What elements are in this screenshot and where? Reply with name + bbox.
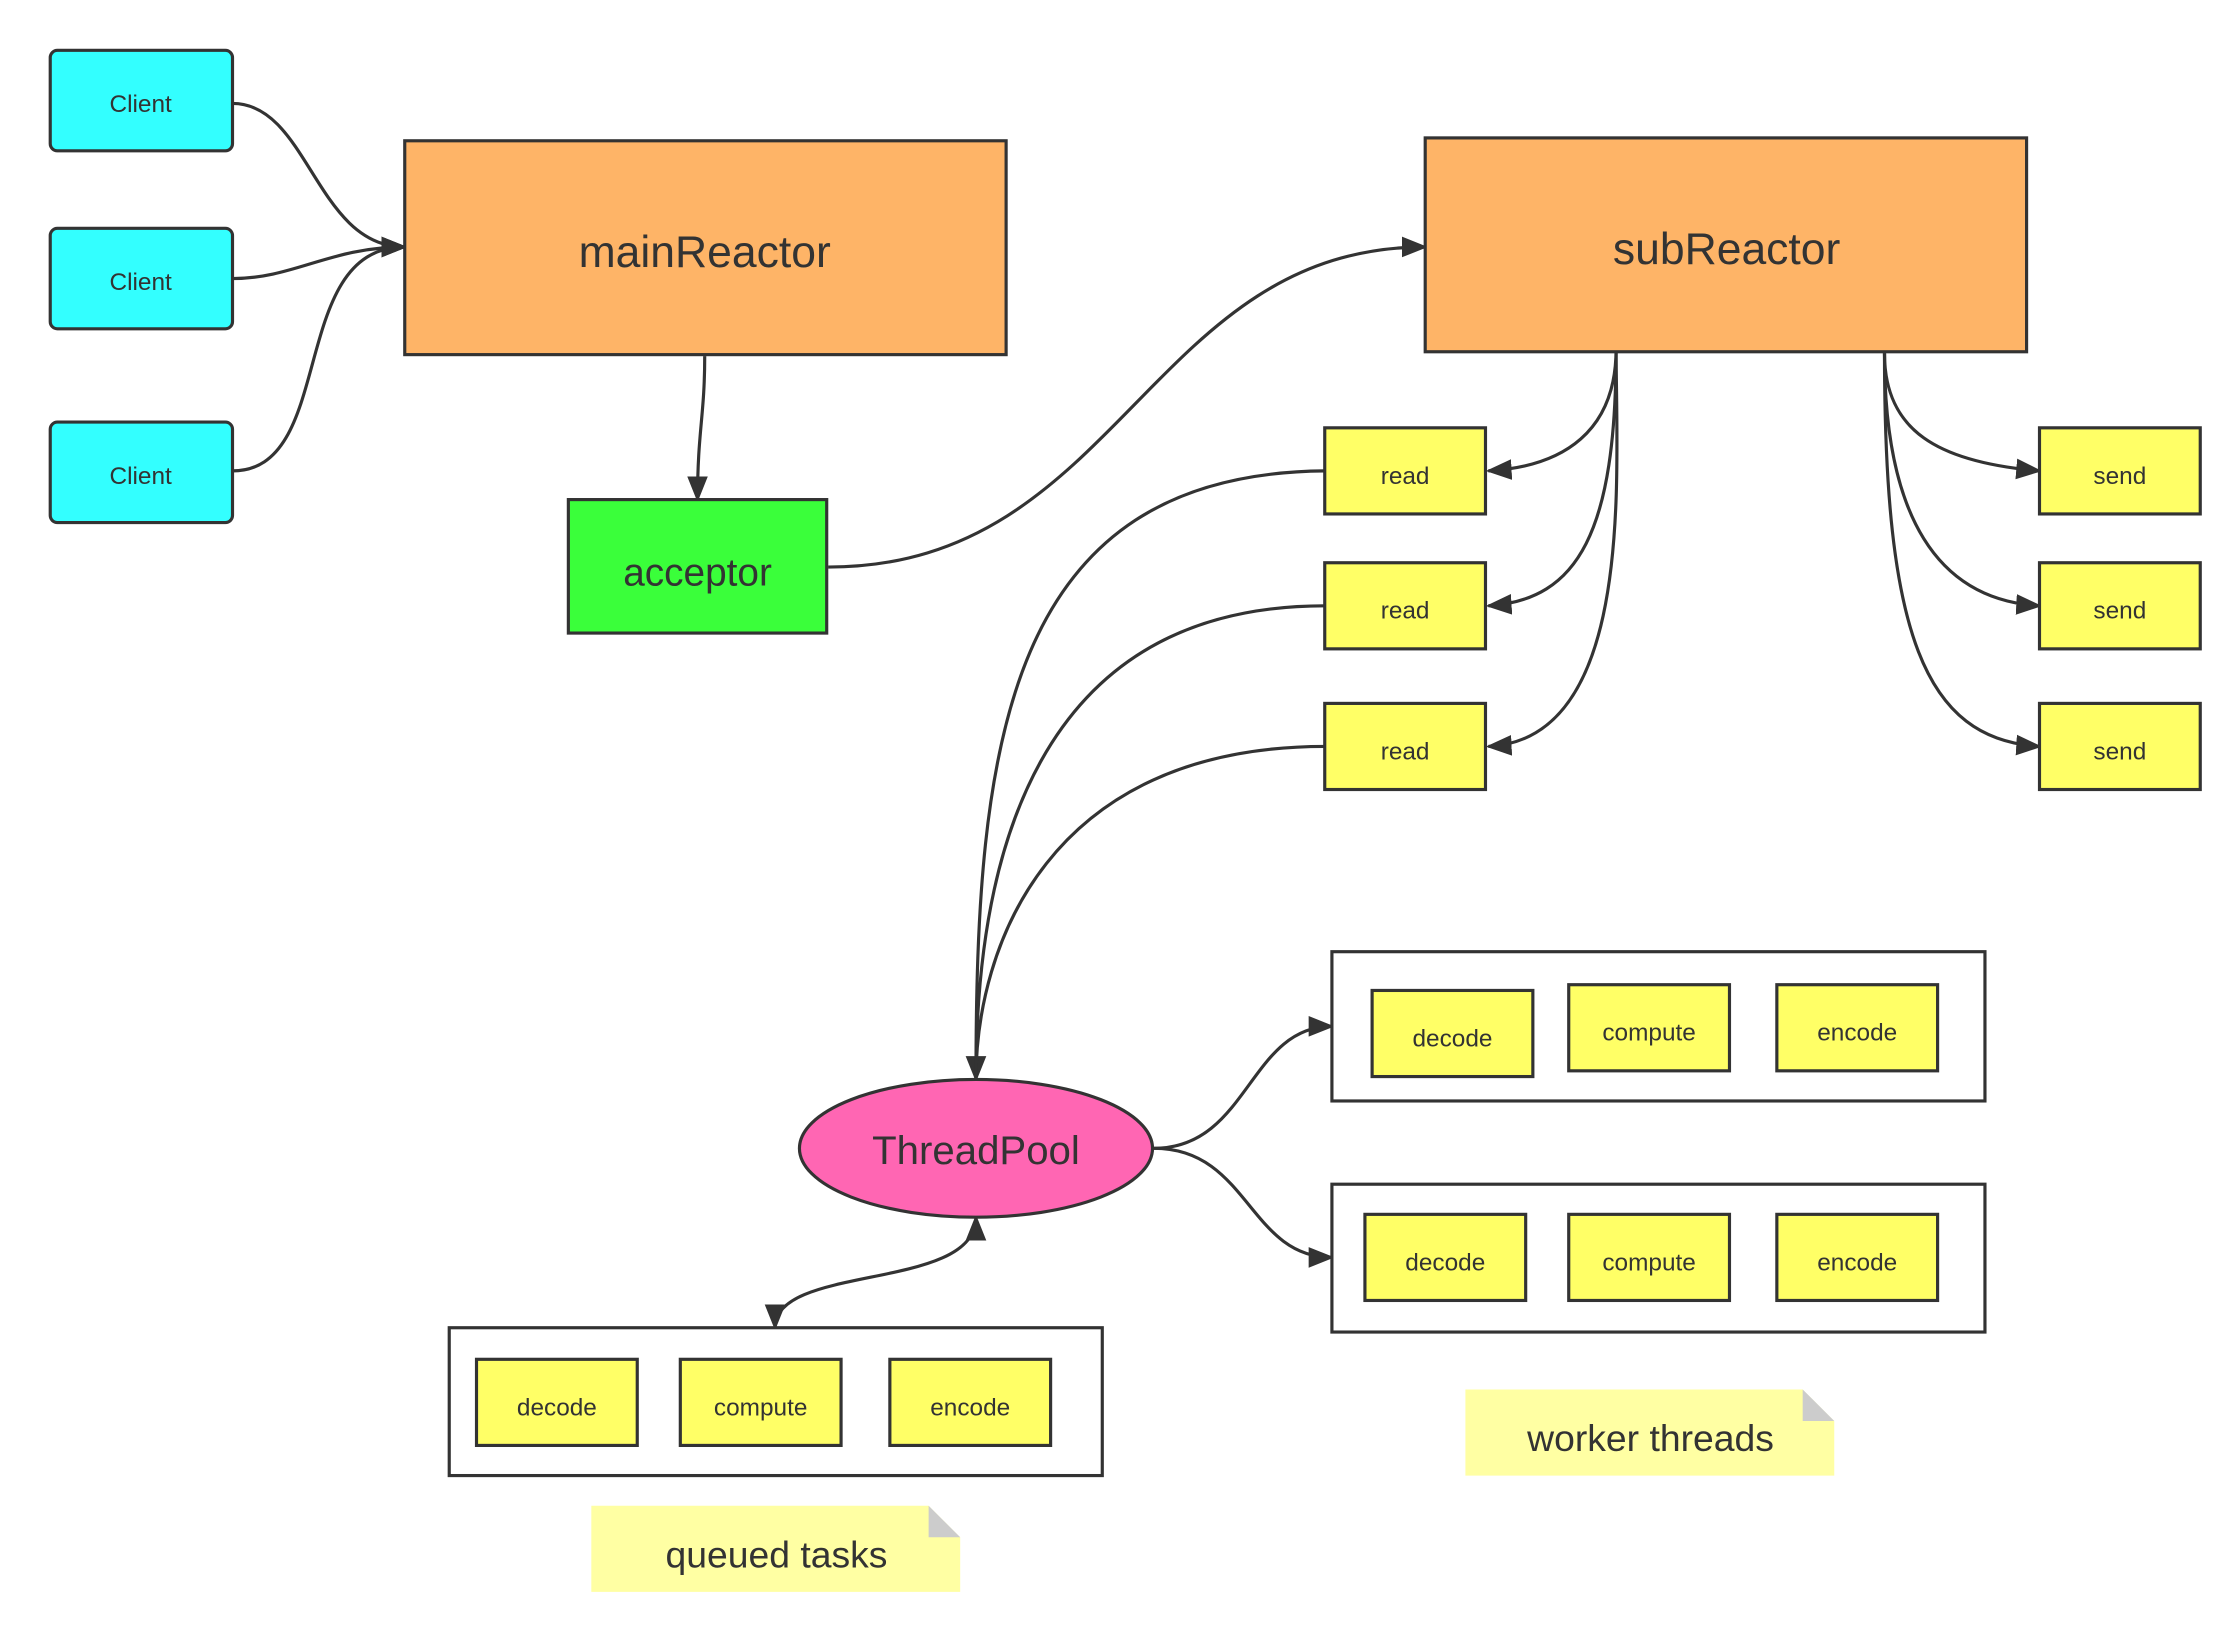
main-reactor[interactable]: mainReactor — [403, 139, 1008, 357]
acceptor-label: acceptor — [623, 552, 772, 595]
task-label: compute — [714, 1394, 808, 1421]
send-2[interactable]: send — [2037, 561, 2202, 651]
task-label: encode — [930, 1394, 1010, 1421]
read-label: read — [1381, 738, 1430, 765]
note-worker-threads: worker threads — [1465, 1389, 1835, 1476]
edge-read3-pool — [974, 744, 1325, 1080]
reactor-diagram: Client Client Client mainReactor accepto… — [48, 48, 2202, 1592]
note-queued-text: queued tasks — [666, 1533, 888, 1575]
thread-pool[interactable]: ThreadPool — [797, 1077, 1155, 1219]
client-label: Client — [109, 91, 172, 118]
edge-client3-main — [232, 236, 408, 473]
edge-sub-read3 — [1485, 348, 1619, 756]
task-label: decode — [1405, 1249, 1485, 1276]
read-1[interactable]: read — [1323, 426, 1488, 516]
edge-main-acceptor — [687, 356, 708, 503]
note-queued-tasks: queued tasks — [591, 1505, 961, 1592]
worker-group-2[interactable]: decode compute encode — [1330, 1182, 1987, 1334]
note-worker-text: worker threads — [1526, 1417, 1774, 1459]
edge-sub-send2 — [1882, 353, 2043, 615]
edge-sub-read1 — [1485, 348, 1618, 480]
edge-sub-read2 — [1485, 348, 1618, 615]
read-2[interactable]: read — [1323, 561, 1488, 651]
acceptor[interactable]: acceptor — [566, 498, 829, 635]
task-label: compute — [1602, 1249, 1696, 1276]
send-label: send — [2093, 463, 2146, 490]
client-1[interactable]: Client — [48, 48, 235, 153]
worker-group-1[interactable]: decode compute encode — [1330, 950, 1987, 1103]
task-label: compute — [1602, 1020, 1696, 1047]
edge-pool-worker1 — [1153, 1016, 1335, 1150]
send-3[interactable]: send — [2037, 701, 2202, 792]
client-label: Client — [109, 269, 172, 296]
client-2[interactable]: Client — [48, 226, 235, 331]
send-label: send — [2093, 738, 2146, 765]
client-label: Client — [109, 463, 172, 490]
read-label: read — [1381, 463, 1430, 490]
thread-pool-label: ThreadPool — [872, 1128, 1080, 1173]
edge-pool-worker2 — [1153, 1146, 1335, 1268]
queued-group[interactable]: decode compute encode — [447, 1326, 1104, 1478]
edge-pool-queue — [764, 1214, 987, 1331]
send-1[interactable]: send — [2037, 426, 2202, 516]
send-label: send — [2093, 598, 2146, 625]
task-label: encode — [1817, 1249, 1897, 1276]
read-label: read — [1381, 598, 1430, 625]
read-3[interactable]: read — [1323, 701, 1488, 792]
edge-sub-send3 — [1882, 353, 2043, 756]
task-label: decode — [1412, 1025, 1492, 1052]
edge-sub-send1 — [1882, 353, 2043, 480]
edge-client1-main — [232, 101, 408, 258]
edge-read2-pool — [974, 604, 1325, 1080]
client-3[interactable]: Client — [48, 420, 235, 525]
edge-read1-pool — [965, 469, 1325, 1083]
sub-reactor-label: subReactor — [1613, 225, 1841, 274]
main-reactor-label: mainReactor — [579, 228, 831, 277]
task-label: encode — [1817, 1020, 1897, 1047]
task-label: decode — [517, 1394, 597, 1421]
sub-reactor[interactable]: subReactor — [1423, 136, 2029, 354]
